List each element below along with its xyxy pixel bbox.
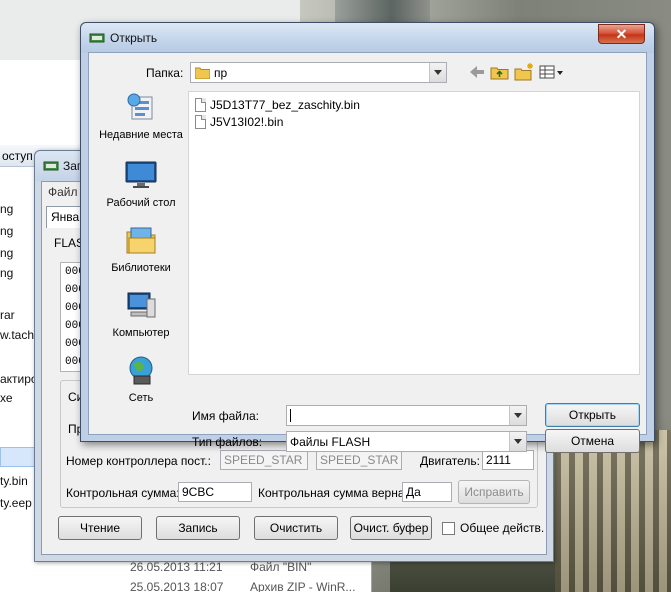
- chevron-down-icon[interactable]: [509, 406, 526, 425]
- filetype-value: Файлы FLASH: [290, 435, 371, 449]
- place-label: Рабочий стол: [106, 197, 176, 209]
- filename-label: Имя файла:: [192, 409, 259, 423]
- explorer-item[interactable]: rar: [0, 308, 15, 322]
- file-date: 26.05.2013 11:21: [130, 560, 223, 574]
- place-label: Сеть: [128, 392, 154, 404]
- place-label: Недавние места: [99, 129, 183, 141]
- checksum-ok-field[interactable]: Да: [402, 482, 452, 502]
- open-dialog: Открыть ✕ Папка: пр Недавние места Рабоч…: [80, 22, 655, 453]
- cancel-button[interactable]: Отмена: [545, 429, 640, 453]
- file-name: J5V13I02!.bin: [210, 115, 284, 129]
- explorer-selected-item[interactable]: [0, 447, 36, 467]
- explorer-item[interactable]: ng: [0, 266, 13, 280]
- explorer-item[interactable]: актиро: [0, 372, 38, 386]
- libraries-icon: [126, 227, 156, 254]
- explorer-item[interactable]: ty.eep: [0, 496, 32, 510]
- explorer-header-label: оступ: [2, 149, 33, 163]
- chevron-down-icon[interactable]: [429, 63, 446, 82]
- file-type: Файл "BIN": [250, 560, 312, 574]
- filename-input[interactable]: [286, 405, 527, 426]
- place-label: Компьютер: [112, 327, 170, 339]
- file-type: Архив ZIP - WinR...: [250, 580, 356, 592]
- computer-icon: [127, 292, 156, 318]
- file-icon: [195, 115, 206, 129]
- place-computer[interactable]: Компьютер: [99, 289, 183, 340]
- recent-places-icon: [127, 93, 153, 120]
- explorer-item[interactable]: ng: [0, 202, 13, 216]
- back-icon[interactable]: [466, 62, 488, 82]
- folder-icon: [195, 67, 210, 79]
- place-network[interactable]: Сеть: [99, 354, 183, 405]
- desktop-icon: [125, 161, 157, 188]
- up-folder-icon[interactable]: [489, 62, 511, 82]
- explorer-item[interactable]: w.tach: [0, 328, 34, 342]
- explorer-item[interactable]: ng: [0, 246, 13, 260]
- close-button[interactable]: ✕: [598, 24, 645, 44]
- chip-icon: [89, 33, 105, 43]
- close-icon: ✕: [615, 26, 628, 42]
- wallpaper-building: [555, 430, 671, 592]
- folder-combo[interactable]: пр: [190, 62, 447, 83]
- read-button[interactable]: Чтение: [58, 516, 142, 540]
- fix-button[interactable]: Исправить: [458, 480, 530, 504]
- dialog-client: Папка: пр Недавние места Рабочий стол Би…: [88, 52, 647, 453]
- common-action-label: Общее действ.: [460, 521, 545, 535]
- filetype-combo[interactable]: Файлы FLASH: [286, 431, 527, 452]
- text-caret: [290, 409, 291, 422]
- chip-icon: [43, 161, 59, 171]
- engine-label: Двигатель:: [420, 454, 480, 468]
- new-folder-icon[interactable]: [513, 62, 535, 82]
- file-list[interactable]: J5D13T77_bez_zaschity.bin J5V13I02!.bin: [188, 91, 640, 375]
- chevron-down-icon[interactable]: [509, 432, 526, 451]
- view-menu-icon[interactable]: [538, 62, 564, 82]
- place-libraries[interactable]: Библиотеки: [99, 224, 183, 275]
- open-button[interactable]: Открыть: [545, 403, 640, 427]
- controller-label: Номер контроллера пост.:: [66, 454, 211, 468]
- place-label: Библиотеки: [111, 262, 171, 274]
- explorer-item[interactable]: ty.bin: [0, 474, 28, 488]
- write-button[interactable]: Запись: [156, 516, 240, 540]
- checksum-ok-label: Контрольная сумма верна:: [258, 486, 408, 500]
- file-name: J5D13T77_bez_zaschity.bin: [210, 98, 360, 112]
- controller-field[interactable]: SPEED_STAR: [220, 450, 308, 470]
- common-action-checkbox[interactable]: [442, 522, 455, 535]
- clear-buffer-button[interactable]: Очист. буфер: [350, 516, 432, 540]
- place-desktop[interactable]: Рабочий стол: [99, 159, 183, 210]
- places-bar: Недавние места Рабочий стол Библиотеки К…: [99, 91, 183, 427]
- dialog-titlebar[interactable]: Открыть ✕: [81, 23, 654, 53]
- file-icon: [195, 98, 206, 112]
- controller-field-2[interactable]: SPEED_STAR: [316, 450, 402, 470]
- file-date: 25.05.2013 18:07: [130, 580, 224, 592]
- place-recent[interactable]: Недавние места: [99, 91, 183, 142]
- filetype-label: Тип файлов:: [192, 435, 263, 449]
- explorer-item[interactable]: ng: [0, 224, 13, 238]
- network-icon: [129, 356, 153, 385]
- checksum-field[interactable]: 9CBC: [178, 482, 252, 502]
- folder-value: пр: [214, 66, 228, 80]
- explorer-item[interactable]: хе: [0, 391, 13, 405]
- checksum-label: Контрольная сумма:: [66, 486, 180, 500]
- clear-button[interactable]: Очистить: [254, 516, 338, 540]
- engine-field[interactable]: 2111: [482, 450, 534, 470]
- folder-label: Папка:: [146, 66, 184, 80]
- dialog-title: Открыть: [110, 31, 158, 45]
